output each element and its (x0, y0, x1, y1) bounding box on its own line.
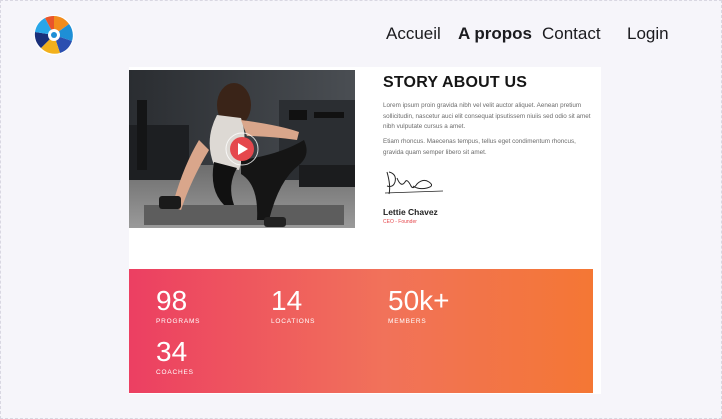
stat-programs: 98 PROGRAMS (156, 285, 201, 326)
nav-apropos[interactable]: A propos (458, 24, 532, 48)
signature (383, 168, 445, 198)
nav-contact[interactable]: Contact (542, 24, 601, 48)
author-name: Lettie Chavez (383, 207, 438, 217)
stat-label: COACHES (156, 369, 194, 376)
story-paragraph-1: Lorem ipsum proin gravida nibh vel velit… (383, 102, 591, 130)
stat-label: MEMBERS (388, 318, 427, 325)
stat-value: 14 (271, 285, 303, 316)
stat-value: 98 (156, 285, 188, 316)
story-paragraph-2: Etiam rhoncus. Maecenas tempus, tellus e… (383, 138, 576, 156)
stat-value: 34 (156, 336, 188, 367)
stats-banner: 98 PROGRAMS 14 LOCATIONS 50k+ MEMBERS 34… (129, 269, 593, 393)
stat-value: 50k+ (388, 285, 450, 316)
stat-label: PROGRAMS (156, 318, 201, 325)
story-title: STORY ABOUT US (383, 74, 528, 91)
nav-accueil[interactable]: Accueil (386, 24, 441, 48)
stat-members: 50k+ MEMBERS (388, 285, 450, 326)
nav-login[interactable]: Login (627, 24, 669, 48)
author-role: CEO - Founder (383, 219, 417, 225)
about-card: STORY ABOUT US Lorem ipsum proin gravida… (129, 67, 601, 394)
play-icon[interactable] (226, 133, 258, 165)
stat-coaches: 34 COACHES (156, 336, 194, 377)
stat-label: LOCATIONS (271, 318, 316, 325)
swirl-logo-icon[interactable] (33, 14, 75, 56)
stat-locations: 14 LOCATIONS (271, 285, 316, 326)
